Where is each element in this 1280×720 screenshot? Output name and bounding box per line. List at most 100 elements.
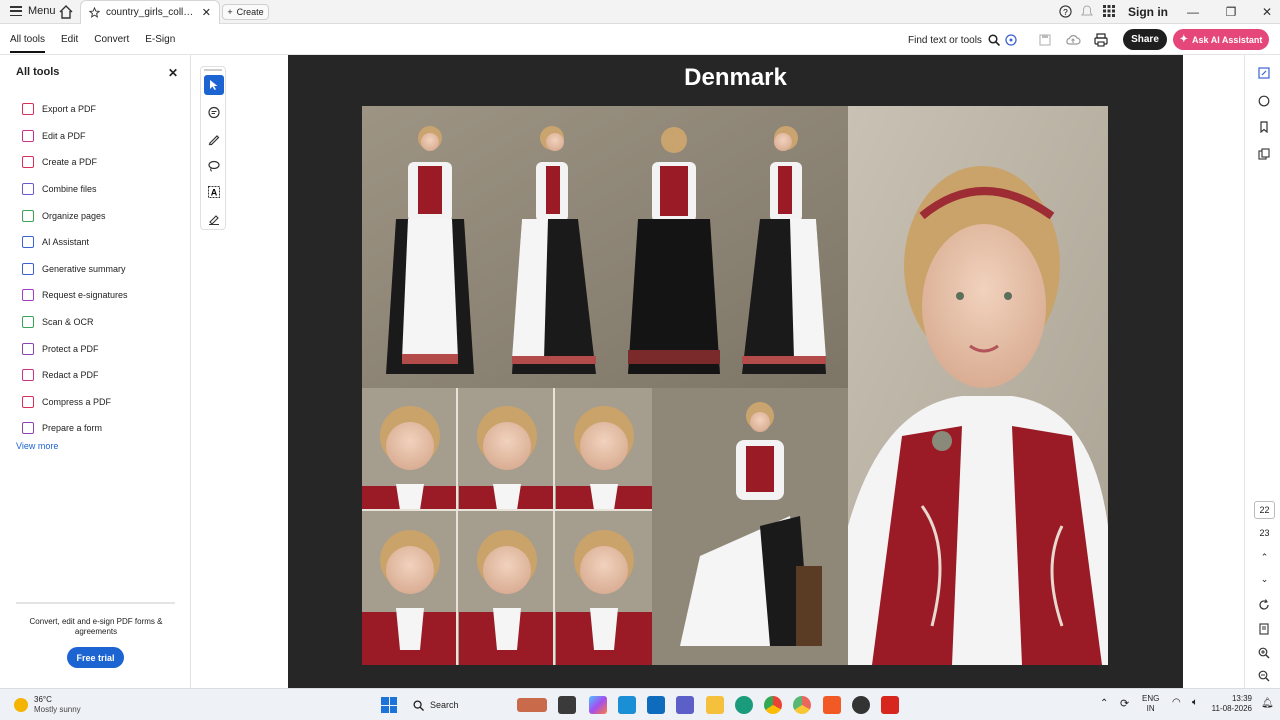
- ask-ai-assistant-button[interactable]: ✦ Ask AI Assistant: [1173, 29, 1269, 50]
- select-tool-icon[interactable]: [204, 75, 224, 95]
- tool-label: Combine files: [42, 184, 97, 195]
- tool-item[interactable]: Prepare a form: [22, 415, 128, 442]
- zoom-out-icon[interactable]: [1258, 670, 1270, 682]
- tool-icon: [22, 262, 34, 275]
- page-settings-icon[interactable]: [1258, 623, 1270, 635]
- show-hidden-icons[interactable]: ⌃: [1100, 698, 1108, 709]
- tool-item[interactable]: Export a PDF: [22, 96, 128, 123]
- tool-icon: [22, 129, 34, 142]
- close-panel-icon[interactable]: ✕: [168, 66, 178, 80]
- chrome-profile-app-icon[interactable]: [793, 696, 811, 714]
- windows-start-icon[interactable]: [381, 697, 397, 713]
- date: 11-08-2026: [1211, 704, 1252, 713]
- annotation-toolbar: A: [200, 66, 226, 230]
- view-more-link[interactable]: View more: [16, 441, 58, 451]
- tool-item[interactable]: Scan & OCR: [22, 309, 128, 336]
- edge-app-icon[interactable]: [735, 696, 753, 714]
- previous-page-icon[interactable]: ⌃: [1254, 548, 1275, 566]
- home-icon[interactable]: [58, 4, 74, 20]
- tab-title: country_girls_collection...: [106, 7, 196, 18]
- volume-icon[interactable]: 🔈︎: [1192, 697, 1198, 708]
- chrome-app-icon[interactable]: [764, 696, 782, 714]
- outlook-app-icon[interactable]: [647, 696, 665, 714]
- file-explorer-icon[interactable]: [706, 696, 724, 714]
- tab-convert[interactable]: Convert: [94, 34, 129, 53]
- tool-item[interactable]: Edit a PDF: [22, 123, 128, 150]
- svg-text:?: ?: [1063, 7, 1068, 17]
- tool-label: Scan & OCR: [42, 317, 94, 328]
- tool-item[interactable]: AI Assistant: [22, 229, 128, 256]
- tool-item[interactable]: Redact a PDF: [22, 362, 128, 389]
- sign-tool-icon[interactable]: [204, 209, 224, 229]
- portrait-grid: [362, 388, 652, 665]
- panel-divider: [16, 602, 175, 604]
- edit-page-icon[interactable]: [1258, 67, 1270, 79]
- tool-item[interactable]: Protect a PDF: [22, 335, 128, 362]
- weather-widget[interactable]: 36°C Mostly sunny: [14, 695, 81, 715]
- draw-lasso-icon[interactable]: [204, 156, 224, 176]
- taskbar-search[interactable]: Search: [405, 694, 547, 716]
- save-icon[interactable]: [1037, 32, 1053, 48]
- lang-region: IN: [1146, 704, 1155, 713]
- tool-label: Prepare a form: [42, 423, 103, 434]
- pages-icon[interactable]: [1258, 148, 1270, 160]
- share-button[interactable]: Share: [1123, 29, 1167, 50]
- terminal-app-icon[interactable]: [558, 696, 576, 714]
- create-button[interactable]: + Create: [222, 4, 269, 20]
- teams-app-icon[interactable]: [676, 696, 694, 714]
- tab-all-tools[interactable]: All tools: [10, 34, 46, 53]
- close-tab-icon[interactable]: ✕: [202, 6, 211, 19]
- copilot-app-icon[interactable]: [589, 696, 607, 714]
- maximize-button[interactable]: ❐: [1221, 3, 1241, 21]
- notification-bell-icon[interactable]: [1081, 5, 1093, 18]
- bookmark-icon[interactable]: [1258, 121, 1270, 133]
- sync-icon[interactable]: ⟳: [1120, 697, 1129, 710]
- find-tools-button[interactable]: Find text or tools: [908, 34, 1000, 46]
- next-page-icon[interactable]: ⌄: [1254, 570, 1275, 588]
- plus-icon: +: [227, 7, 233, 17]
- wifi-icon[interactable]: ◠: [1172, 697, 1181, 708]
- cloud-upload-icon[interactable]: [1065, 32, 1081, 48]
- comment-tool-icon[interactable]: [204, 103, 224, 123]
- acrobat-app-icon[interactable]: [881, 696, 899, 714]
- highlight-pen-icon[interactable]: [204, 129, 224, 149]
- obs-app-icon[interactable]: [852, 696, 870, 714]
- tool-item[interactable]: Organize pages: [22, 202, 128, 229]
- tool-item[interactable]: Request e-signatures: [22, 282, 128, 309]
- minimize-button[interactable]: —: [1183, 3, 1203, 21]
- print-icon[interactable]: [1093, 32, 1109, 48]
- star-icon[interactable]: [89, 7, 100, 18]
- main-toolbar: All tools Edit Convert E-Sign Find text …: [0, 24, 1280, 55]
- tool-icon: [22, 342, 34, 355]
- help-icon[interactable]: ?: [1059, 5, 1072, 18]
- tool-item[interactable]: Create a PDF: [22, 149, 128, 176]
- brave-app-icon[interactable]: [823, 696, 841, 714]
- search-icon: [988, 34, 1000, 46]
- svg-text:A: A: [211, 188, 218, 198]
- language-indicator[interactable]: ENG IN: [1142, 694, 1159, 714]
- page-number-current[interactable]: 22: [1254, 501, 1275, 519]
- tool-item[interactable]: Compress a PDF: [22, 389, 128, 416]
- zoom-in-icon[interactable]: [1258, 647, 1270, 659]
- tool-icon: [22, 156, 34, 169]
- close-window-button[interactable]: ✕: [1257, 3, 1277, 21]
- text-box-icon[interactable]: A: [204, 182, 224, 202]
- document-tab[interactable]: country_girls_collection... ✕: [80, 0, 220, 24]
- free-trial-button[interactable]: Free trial: [67, 647, 124, 668]
- menu-button[interactable]: Menu: [10, 5, 56, 17]
- store-app-icon[interactable]: [618, 696, 636, 714]
- tab-esign[interactable]: E-Sign: [145, 34, 175, 53]
- notifications-icon[interactable]: 🔔︎: [1261, 698, 1274, 709]
- clock[interactable]: 13:39 11-08-2026: [1208, 694, 1252, 714]
- rotate-icon[interactable]: [1258, 599, 1270, 611]
- tool-label: Redact a PDF: [42, 370, 99, 381]
- comment-icon[interactable]: [1258, 95, 1270, 107]
- sign-in-button[interactable]: Sign in: [1128, 5, 1168, 19]
- tool-item[interactable]: Combine files: [22, 176, 128, 203]
- page-title: Denmark: [684, 64, 787, 91]
- tool-icon: [22, 289, 34, 302]
- apps-grid-icon[interactable]: [1103, 5, 1115, 17]
- tab-edit[interactable]: Edit: [61, 34, 78, 53]
- tool-item[interactable]: Generative summary: [22, 256, 128, 283]
- ai-tools-icon[interactable]: [1003, 32, 1019, 48]
